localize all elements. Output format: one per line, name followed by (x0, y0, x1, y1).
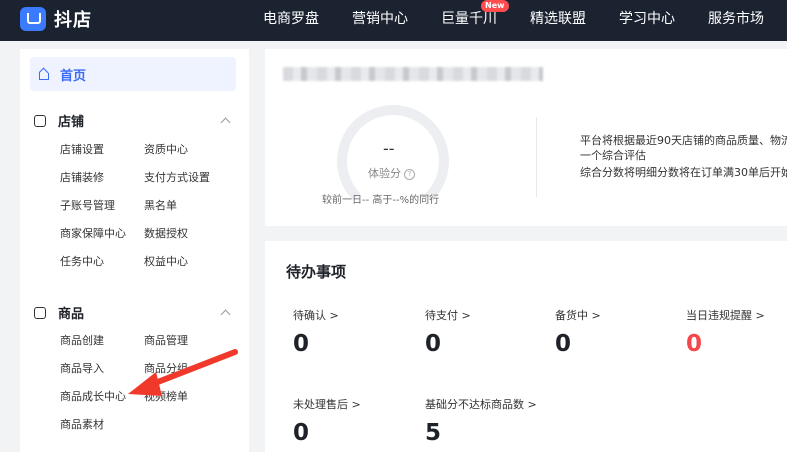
sidebar-item-blacklist[interactable]: 黑名单 (144, 197, 177, 213)
section-title: 商品 (58, 307, 85, 322)
todo-aftersale-count: 0 (293, 420, 310, 446)
sidebar-item-rights[interactable]: 权益中心 (144, 253, 188, 269)
sidebar-section-shop[interactable]: 店铺 (34, 111, 84, 130)
blurred-shop-name (283, 67, 543, 81)
todo-aftersale-link[interactable]: 未处理售后 > (293, 396, 361, 412)
score-value: -- (383, 139, 395, 158)
todo-violation-link[interactable]: 当日违规提醒 > (686, 307, 765, 323)
todo-pending-confirm-count: 0 (293, 331, 310, 357)
sidebar-item-materials[interactable]: 商品素材 (60, 416, 104, 432)
todo-substandard-link[interactable]: 基础分不达标商品数 > (425, 396, 537, 412)
home-icon (38, 68, 50, 80)
todo-pending-payment-count: 0 (425, 331, 442, 357)
sidebar-item-payment[interactable]: 支付方式设置 (144, 169, 210, 185)
nav-item-qianchuan[interactable]: 巨量千川 New (441, 0, 509, 28)
score-desc-line-3: 综合分数将明细分数将在订单满30单后开始 (580, 166, 787, 179)
sidebar-item-video-ranking[interactable]: 视频榜单 (144, 388, 188, 404)
brand-logo[interactable]: 抖店 (20, 4, 92, 34)
sidebar-item-shop-settings[interactable]: 店铺设置 (60, 141, 104, 157)
todo-stocking-count: 0 (555, 331, 572, 357)
new-badge: New (481, 0, 509, 12)
chevron-up-icon[interactable] (220, 117, 231, 128)
nav-item-learning[interactable]: 学习中心 (619, 8, 675, 28)
sidebar-item-growth-center[interactable]: 商品成长中心 (60, 388, 126, 404)
score-desc-line-1: 平台将根据最近90天店铺的商品质量、物流 (580, 134, 787, 147)
chevron-up-icon[interactable] (220, 309, 231, 320)
todo-pending-payment-link[interactable]: 待支付 > (425, 307, 471, 323)
top-nav-bar: 抖店 电商罗盘 营销中心 巨量千川 New 精选联盟 学习中心 服务市场 (0, 0, 787, 41)
goods-icon (34, 306, 46, 319)
todo-violation-count: 0 (686, 331, 703, 357)
todo-pending-confirm-link[interactable]: 待确认 > (293, 307, 339, 323)
nav-item-marketing[interactable]: 营销中心 (352, 8, 408, 28)
sidebar-item-tasks[interactable]: 任务中心 (60, 253, 104, 269)
todo-substandard-count: 5 (425, 420, 442, 446)
sidebar-item-qualification[interactable]: 资质中心 (144, 141, 188, 157)
sidebar-item-create-goods[interactable]: 商品创建 (60, 332, 104, 348)
sidebar-item-import-goods[interactable]: 商品导入 (60, 360, 104, 376)
logo-icon (20, 7, 46, 31)
todo-title: 待办事项 (286, 263, 347, 281)
sidebar-section-goods[interactable]: 商品 (34, 303, 84, 322)
sidebar: 首页 店铺 店铺设置 资质中心 店铺装修 支付方式设置 子账号管理 黑名单 商家… (20, 49, 249, 452)
nav-item-service-market[interactable]: 服务市场 (708, 8, 764, 28)
help-icon[interactable]: ? (404, 169, 415, 180)
todo-card: 待办事项 待确认 > 0 待支付 > 0 备货中 > 0 当日违规提醒 > 0 … (265, 241, 787, 452)
score-label: 体验分? (368, 165, 415, 181)
score-desc-line-2: 一个综合评估 (580, 149, 646, 162)
nav-item-alliance[interactable]: 精选联盟 (530, 8, 586, 28)
todo-stocking-link[interactable]: 备货中 > (555, 307, 601, 323)
sidebar-item-data-auth[interactable]: 数据授权 (144, 225, 188, 241)
score-compare: 较前一日-- 高于--%的同行 (322, 195, 440, 206)
nav-item-label: 巨量千川 (441, 11, 497, 27)
sidebar-item-label: 首页 (60, 68, 87, 84)
sidebar-item-guarantee[interactable]: 商家保障中心 (60, 225, 126, 241)
sidebar-item-home[interactable]: 首页 (30, 57, 236, 91)
brand-name: 抖店 (54, 10, 92, 31)
nav-item-compass[interactable]: 电商罗盘 (263, 8, 319, 28)
section-title: 店铺 (58, 115, 85, 130)
sidebar-item-manage-goods[interactable]: 商品管理 (144, 332, 188, 348)
shop-icon (34, 114, 46, 127)
sidebar-item-decoration[interactable]: 店铺装修 (60, 169, 104, 185)
experience-score-card: -- 体验分? 较前一日-- 高于--%的同行 平台将根据最近90天店铺的商品质… (265, 49, 787, 226)
divider (536, 117, 537, 197)
sidebar-item-subaccount[interactable]: 子账号管理 (60, 197, 115, 213)
sidebar-item-goods-groups[interactable]: 商品分组 (144, 360, 188, 376)
